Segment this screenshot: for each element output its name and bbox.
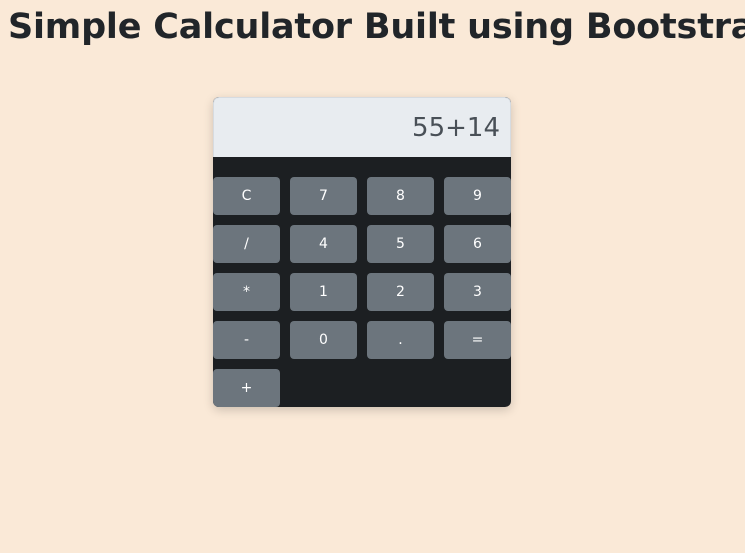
calculator-display: 55+14 [213,97,511,157]
digit-8-button[interactable]: 8 [367,177,434,215]
digit-0-button[interactable]: 0 [290,321,357,359]
clear-button[interactable]: C [213,177,280,215]
divide-button[interactable]: / [213,225,280,263]
add-button[interactable]: + [213,369,280,407]
digit-4-button[interactable]: 4 [290,225,357,263]
decimal-button[interactable]: . [367,321,434,359]
equals-button[interactable]: = [444,321,511,359]
multiply-button[interactable]: * [213,273,280,311]
digit-7-button[interactable]: 7 [290,177,357,215]
digit-5-button[interactable]: 5 [367,225,434,263]
digit-6-button[interactable]: 6 [444,225,511,263]
digit-2-button[interactable]: 2 [367,273,434,311]
digit-1-button[interactable]: 1 [290,273,357,311]
page: Simple Calculator Built using Bootstrap … [0,0,745,553]
calculator: 55+14 C 7 8 9 / 4 5 6 * 1 2 3 - 0 . = + [213,97,511,407]
page-title: Simple Calculator Built using Bootstrap [8,7,745,47]
subtract-button[interactable]: - [213,321,280,359]
digit-3-button[interactable]: 3 [444,273,511,311]
digit-9-button[interactable]: 9 [444,177,511,215]
